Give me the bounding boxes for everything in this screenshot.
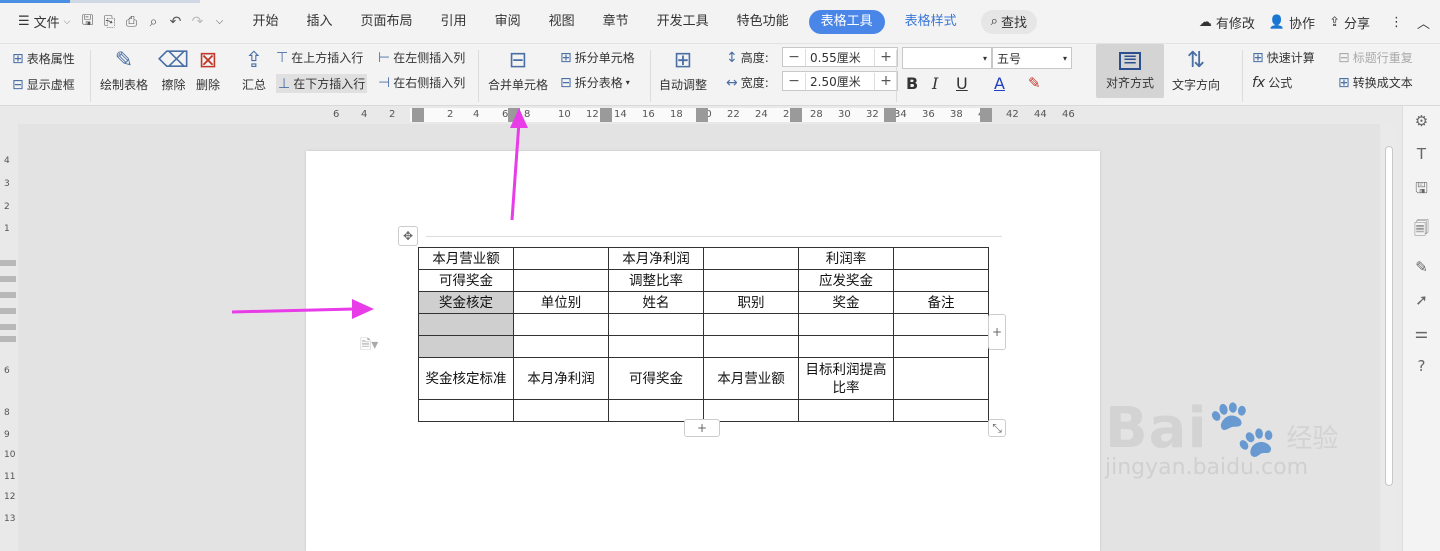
scrollbar-thumb[interactable] (1385, 146, 1393, 486)
cursor-icon[interactable]: ➚ (1415, 291, 1428, 309)
sidebar-settings-icon[interactable]: ⚙ (1415, 112, 1428, 130)
arrow-up-head (510, 108, 528, 128)
doc-settings-icon[interactable]: 🗐 (1414, 218, 1429, 243)
help-icon[interactable]: ? (1418, 357, 1426, 375)
text-style-icon[interactable]: T (1417, 145, 1426, 163)
pen-icon[interactable]: ✎ (1415, 258, 1428, 276)
baidu-jingyan-watermark: Bai🐾 经验 jingyan.baidu.com (1105, 395, 1338, 480)
arrow-right-head (352, 299, 374, 319)
vertical-scrollbar[interactable] (1382, 124, 1396, 551)
watermark-suffix: 经验 (1286, 424, 1339, 454)
sliders-icon[interactable]: ⚌ (1415, 324, 1428, 342)
arrow-up-line (510, 121, 521, 221)
arrow-right-line (231, 307, 355, 314)
watermark-brand: Bai (1105, 396, 1208, 461)
paw-icon: 🐾 (1207, 396, 1279, 461)
watermark-url: jingyan.baidu.com (1105, 455, 1309, 480)
save-doc-icon[interactable]: 🖫 (1415, 178, 1428, 203)
right-sidebar: ⚙ T 🖫 🗐 ✎ ➚ ⚌ ? (1402, 106, 1440, 551)
